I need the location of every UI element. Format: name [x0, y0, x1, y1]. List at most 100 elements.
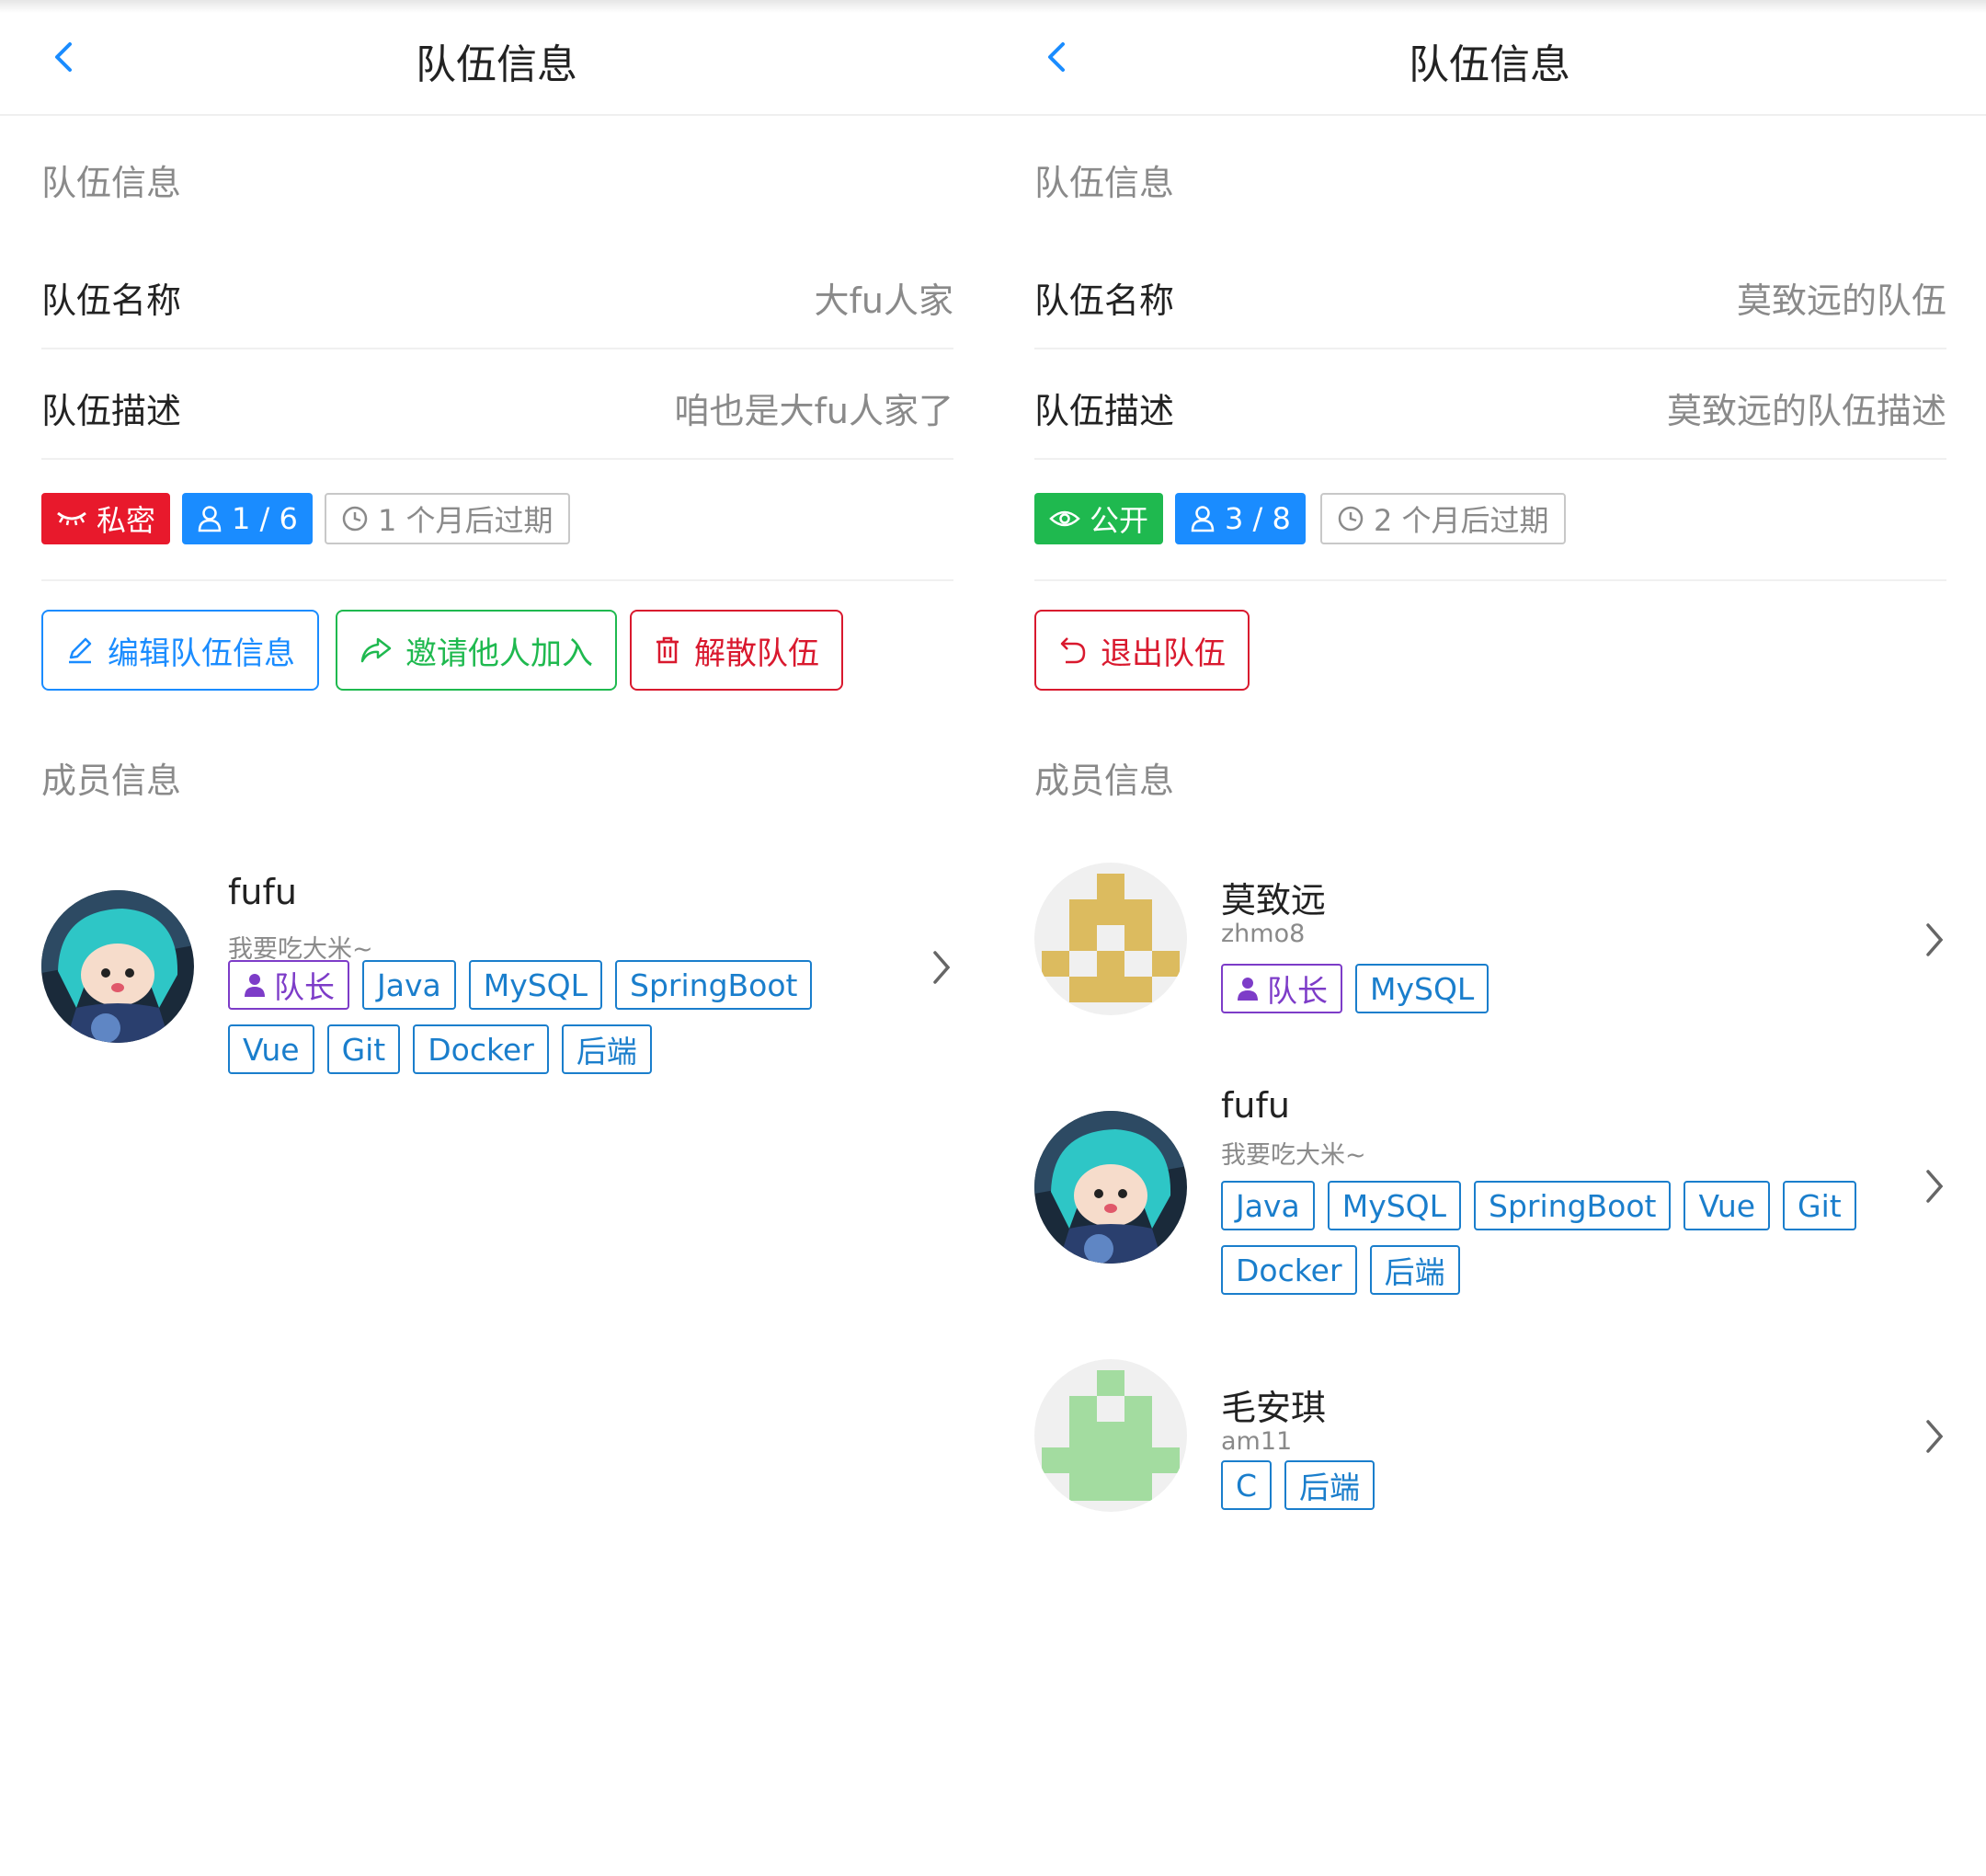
member-item[interactable]: 毛安琪 am11 C 后端 [1034, 1359, 1954, 1543]
avatar [1034, 1359, 1187, 1512]
skill-tag: MySQL [1355, 964, 1490, 1013]
team-section-title: 队伍信息 [41, 163, 182, 203]
status-badge: 公开 [1034, 493, 1164, 544]
nav-bar: 队伍信息 [993, 0, 1986, 116]
avatar [41, 890, 194, 1043]
skill-tag: 后端 [1369, 1245, 1460, 1295]
leader-tag: 队长 [1221, 964, 1342, 1013]
member-tags: C 后端 [1221, 1460, 1883, 1525]
anime-plush-avatar [1034, 1111, 1187, 1264]
member-profile: zhmo8 [1221, 920, 1306, 948]
member-count-badge: 3 / 8 [1175, 493, 1306, 544]
invite-button[interactable]: 邀请他人加入 [336, 610, 617, 691]
member-name: 毛安琪 [1221, 1388, 1327, 1428]
member-item[interactable]: fufu 我要吃大米~ 队长 Java MySQL SpringBoot Vue… [41, 863, 961, 1083]
chevron-right-icon [1926, 1170, 1944, 1203]
eye-closed-icon [57, 511, 86, 526]
user-icon [198, 506, 222, 532]
team-desc-row: 队伍描述 莫致远的队伍描述 [1034, 349, 1946, 460]
member-item[interactable]: fufu 我要吃大米~ Java MySQL SpringBoot Vue Gi… [1034, 1083, 1954, 1313]
skill-tag: Java [362, 960, 456, 1010]
skill-tag: 后端 [561, 1024, 652, 1074]
leave-team-label: 退出队伍 [1101, 635, 1226, 672]
member-count-label: 3 / 8 [1225, 501, 1291, 536]
status-badge-label: 公开 [1090, 503, 1149, 538]
expire-badge: 2 个月后过期 [1320, 493, 1566, 544]
skill-tag: Docker [1221, 1245, 1357, 1295]
identicon-gold [1034, 863, 1187, 1015]
member-tags: 队长 MySQL [1221, 964, 1883, 1028]
identicon-green [1034, 1359, 1187, 1512]
skill-tag: Vue [1684, 1181, 1771, 1230]
team-detail-panel-right: 队伍信息 队伍信息 队伍名称 莫致远的队伍 队伍描述 莫致远的队伍描述 公开 3… [993, 0, 1986, 1876]
tag-row: 队长 Java MySQL SpringBoot [228, 960, 890, 1010]
team-name-value: 莫致远的队伍 [1736, 280, 1946, 321]
team-desc-value: 咱也是大fu人家了 [674, 391, 953, 431]
trash-icon [656, 636, 679, 664]
skill-tag: MySQL [1327, 1181, 1462, 1230]
team-name-label: 队伍名称 [1034, 280, 1175, 321]
undo-icon [1060, 637, 1086, 664]
member-name: fufu [1221, 1085, 1290, 1126]
expire-badge: 1 个月后过期 [325, 493, 570, 544]
skill-tag: Git [1783, 1181, 1856, 1230]
chevron-right-icon [1926, 923, 1944, 956]
team-detail-panel-left: 队伍信息 队伍信息 队伍名称 大fu人家 队伍描述 咱也是大fu人家了 私密 1… [0, 0, 993, 1876]
skill-tag: SpringBoot [615, 960, 813, 1010]
member-name: 莫致远 [1221, 880, 1327, 921]
invite-label: 邀请他人加入 [405, 635, 593, 672]
tag-row: 队长 MySQL [1221, 964, 1883, 1013]
edit-team-label: 编辑队伍信息 [108, 635, 295, 672]
skill-tag: Java [1221, 1181, 1315, 1230]
user-icon [1191, 506, 1215, 532]
expire-label: 1 个月后过期 [378, 503, 554, 538]
page-title: 队伍信息 [1409, 41, 1570, 88]
share-icon [360, 637, 392, 663]
eye-icon [1049, 510, 1080, 527]
team-name-row: 队伍名称 大fu人家 [41, 239, 953, 349]
member-count-label: 1 / 6 [232, 501, 298, 536]
nav-bar: 队伍信息 [0, 0, 993, 116]
skill-tag: Git [326, 1024, 401, 1074]
member-item[interactable]: 莫致远 zhmo8 队长 MySQL [1034, 863, 1954, 1074]
members-section-title: 成员信息 [1034, 761, 1175, 801]
team-badges: 公开 3 / 8 2 个月后过期 [1034, 493, 1946, 581]
member-count-badge: 1 / 6 [182, 493, 313, 544]
team-name-label: 队伍名称 [41, 280, 182, 321]
page-title: 队伍信息 [416, 41, 577, 88]
skill-tag: 后端 [1284, 1460, 1375, 1510]
member-tags: Java MySQL SpringBoot Vue Git Docker 后端 [1221, 1181, 1883, 1310]
skill-tag: C [1221, 1460, 1273, 1510]
team-badges: 私密 1 / 6 1 个月后过期 [41, 493, 953, 581]
skill-tag: Vue [228, 1024, 314, 1074]
member-name: fufu [228, 872, 297, 912]
tag-row: C 后端 [1221, 1460, 1883, 1510]
avatar [1034, 863, 1187, 1015]
edit-icon [69, 637, 92, 664]
user-icon [245, 974, 265, 997]
clock-icon [1338, 506, 1364, 532]
chevron-right-icon [1926, 1420, 1944, 1453]
user-icon [1238, 978, 1258, 1001]
edit-team-button[interactable]: 编辑队伍信息 [41, 610, 319, 691]
skill-tag: MySQL [468, 960, 603, 1010]
anime-plush-avatar [41, 890, 194, 1043]
skill-tag: Docker [413, 1024, 549, 1074]
leave-team-button[interactable]: 退出队伍 [1034, 610, 1250, 691]
team-desc-label: 队伍描述 [1034, 391, 1175, 431]
expire-label: 2 个月后过期 [1374, 503, 1549, 538]
team-desc-row: 队伍描述 咱也是大fu人家了 [41, 349, 953, 460]
leader-tag: 队长 [228, 960, 349, 1010]
chevron-right-icon [933, 951, 951, 984]
status-badge: 私密 [41, 493, 171, 544]
disband-team-button[interactable]: 解散队伍 [630, 610, 843, 691]
member-profile: am11 [1221, 1427, 1293, 1456]
member-tags: 队长 Java MySQL SpringBoot Vue Git Docker … [228, 960, 890, 1089]
member-profile: 我要吃大米~ [1221, 1141, 1366, 1170]
team-name-row: 队伍名称 莫致远的队伍 [1034, 239, 1946, 349]
status-badge-label: 私密 [97, 503, 156, 538]
tag-row: Java MySQL SpringBoot Vue Git [1221, 1181, 1883, 1230]
team-section-title: 队伍信息 [1034, 163, 1175, 203]
disband-team-label: 解散队伍 [694, 635, 819, 672]
avatar [1034, 1111, 1187, 1264]
